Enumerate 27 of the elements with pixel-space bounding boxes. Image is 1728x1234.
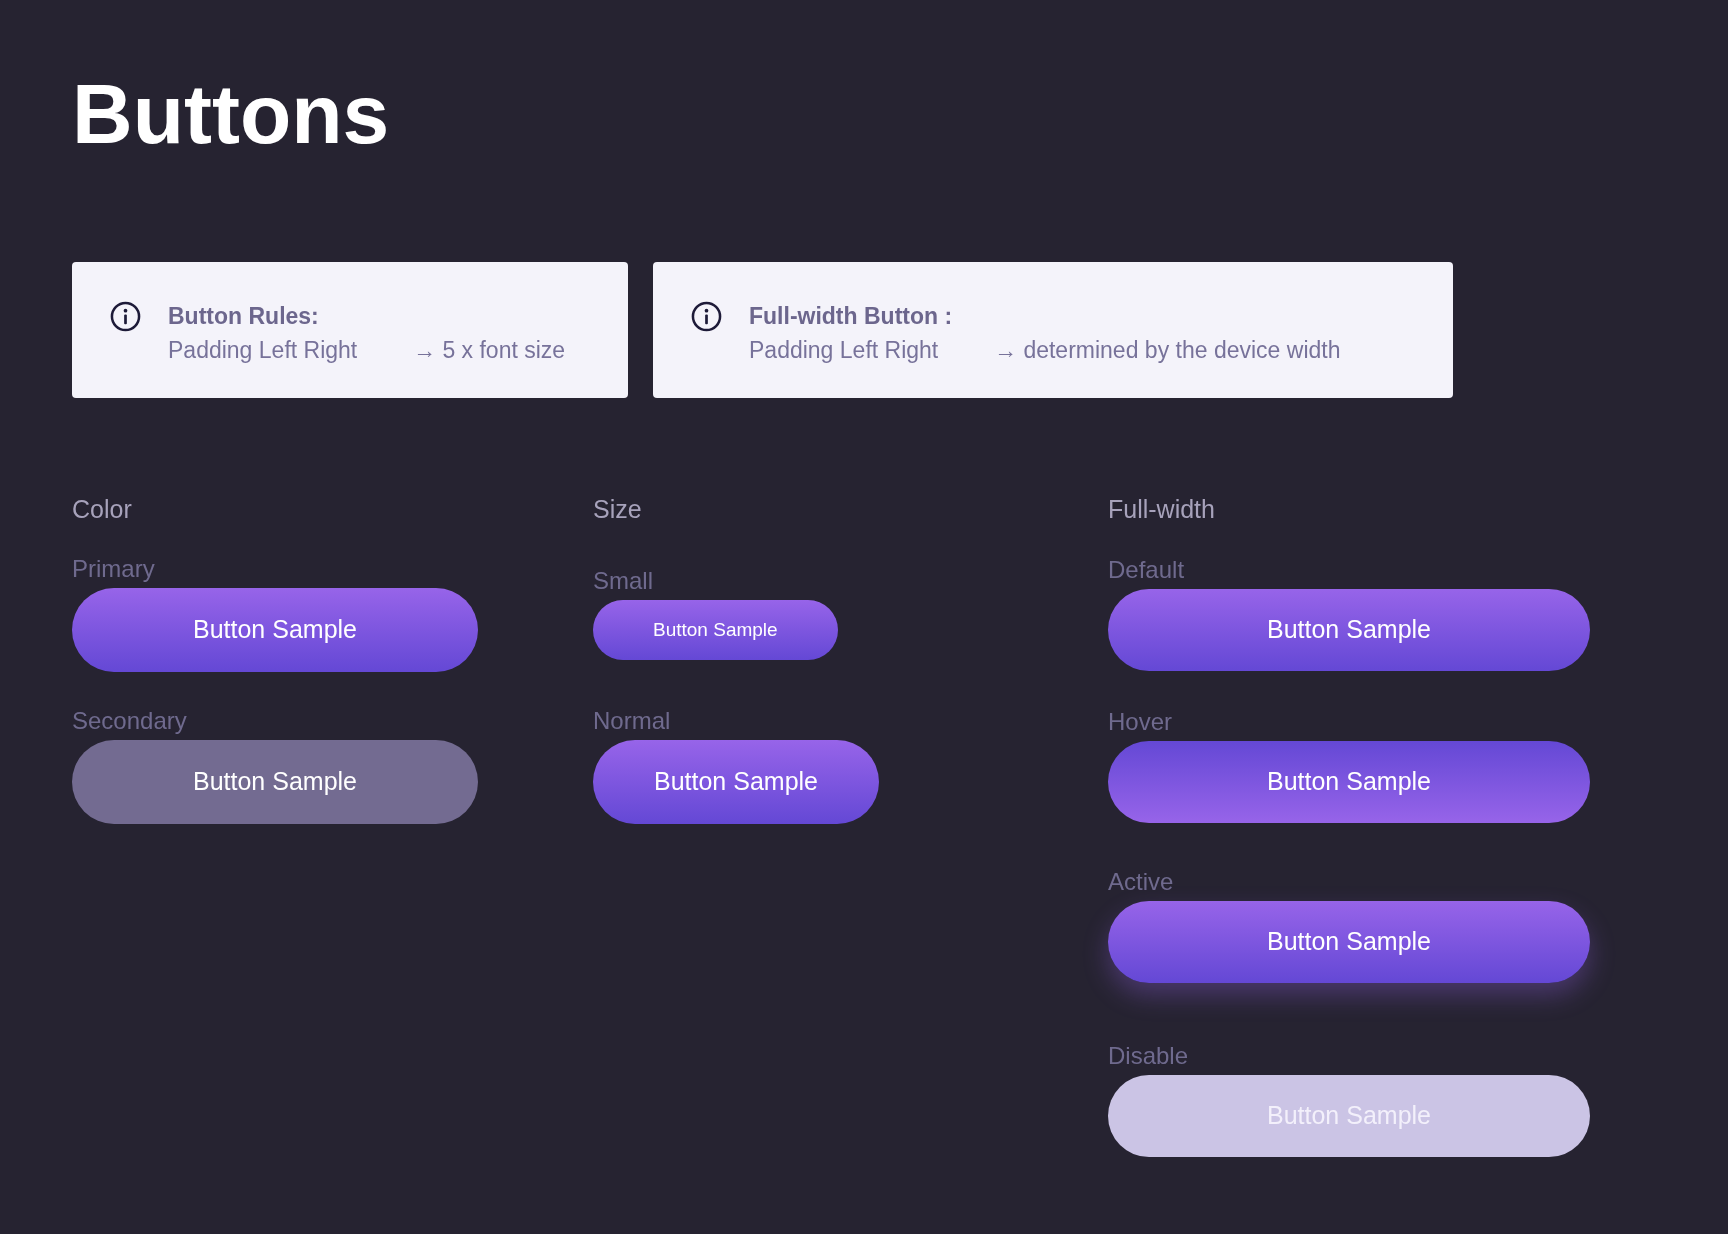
card-title: Full-width Button :: [749, 301, 953, 331]
sample-button[interactable]: Button Sample: [1108, 900, 1590, 983]
sample-button[interactable]: Button Sample: [593, 739, 879, 824]
variant-label: Primary: [72, 553, 155, 584]
variant-label: Small: [593, 565, 653, 596]
card-label: Padding Left Right: [749, 335, 940, 365]
card-title: Button Rules:: [168, 301, 319, 331]
info-icon: [110, 300, 141, 332]
page-title: Buttons: [72, 66, 390, 163]
info-icon: [691, 300, 722, 332]
variant-label: Normal: [593, 705, 671, 736]
sample-button[interactable]: Button Sample: [72, 587, 478, 672]
section-heading: Full-width: [1108, 493, 1215, 524]
variant-label: Secondary: [72, 705, 187, 736]
sample-button[interactable]: Button Sample: [1108, 588, 1590, 671]
section-heading: Size: [593, 493, 642, 524]
section-heading: Color: [72, 493, 132, 524]
sample-button[interactable]: Button Sample: [1108, 740, 1590, 823]
sample-button[interactable]: Button Sample: [593, 599, 838, 660]
variant-label: Hover: [1108, 706, 1173, 737]
variant-label: Disable: [1108, 1040, 1189, 1071]
card-label: Padding Left Right: [168, 335, 359, 365]
sample-button[interactable]: Button Sample: [72, 739, 478, 824]
card-value: → determined by the device width: [994, 335, 1341, 365]
card-value: → 5 x font size: [413, 335, 566, 365]
variant-label: Default: [1108, 554, 1185, 585]
variant-label: Active: [1108, 866, 1174, 897]
